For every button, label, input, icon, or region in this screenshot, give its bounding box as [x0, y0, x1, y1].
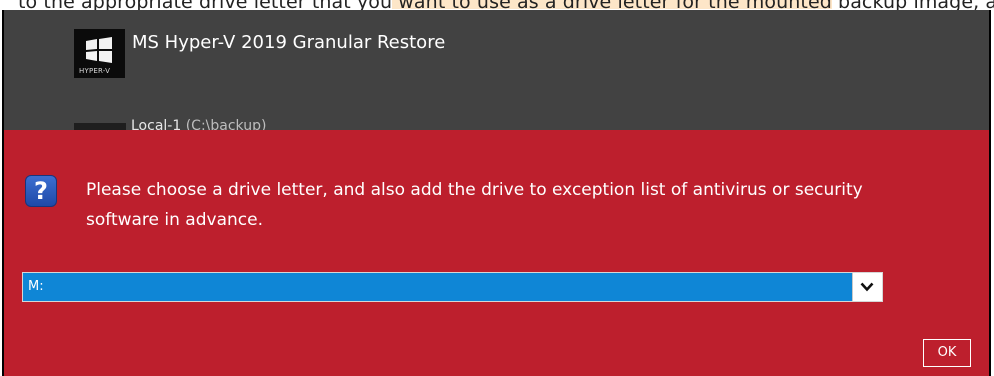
screenshot-frame: to the appropriate drive letter that you…: [0, 0, 994, 376]
drive-letter-dialog: ? Please choose a drive letter, and also…: [4, 130, 989, 376]
app-window: HYPER-V MS Hyper-V 2019 Granular Restore…: [2, 10, 991, 376]
drive-letter-select[interactable]: M:: [22, 272, 883, 302]
dropdown-arrow-button[interactable]: [852, 273, 882, 301]
windows-flag-icon: [86, 37, 112, 63]
logo-caption: HYPER-V: [79, 67, 111, 75]
drive-select-value: M:: [28, 279, 44, 294]
chevron-down-icon: [860, 282, 874, 292]
hyper-v-logo-icon: HYPER-V: [74, 29, 125, 78]
question-icon: ?: [25, 175, 57, 207]
app-title: MS Hyper-V 2019 Granular Restore: [132, 32, 446, 53]
dialog-message: Please choose a drive letter, and also a…: [86, 180, 863, 230]
app-background: HYPER-V MS Hyper-V 2019 Granular Restore…: [4, 10, 989, 134]
ok-button[interactable]: OK: [923, 339, 971, 367]
